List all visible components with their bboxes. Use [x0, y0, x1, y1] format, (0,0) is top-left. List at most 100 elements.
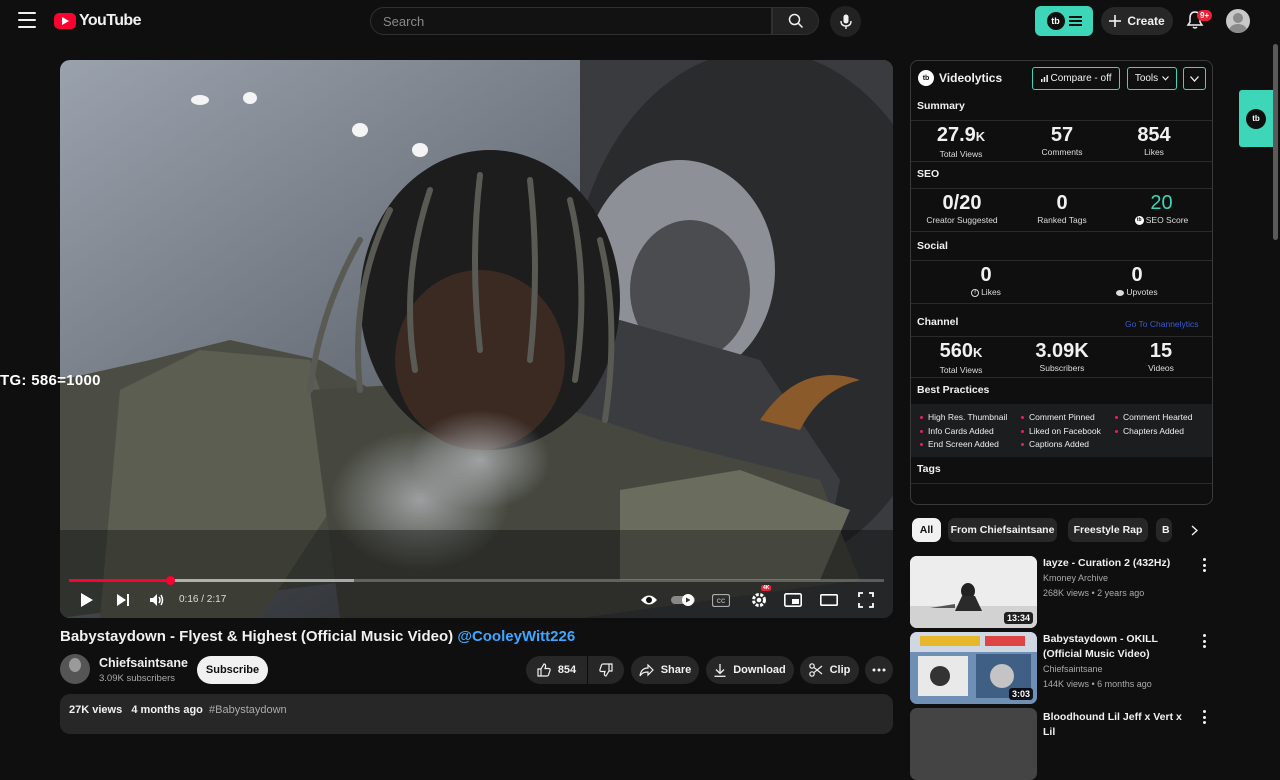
video-title[interactable]: Babystaydown - OKILL (Official Music Vid… — [1043, 632, 1188, 662]
view-count: 27K views — [69, 704, 123, 716]
more-options-icon[interactable] — [1202, 558, 1206, 572]
channel-views-unit: K — [972, 345, 983, 360]
share-button[interactable]: Share — [631, 656, 699, 684]
seo-score-label-wrap: tb SEO Score — [1114, 215, 1209, 226]
account-avatar[interactable] — [1226, 9, 1250, 33]
microphone-icon — [839, 14, 852, 29]
captions-button[interactable]: CC — [710, 588, 732, 612]
hamburger-menu-icon[interactable] — [18, 12, 36, 28]
next-button[interactable] — [112, 588, 134, 612]
clip-button[interactable]: Clip — [800, 656, 859, 684]
social-likes-label: Likes — [981, 287, 1001, 297]
video-channel[interactable]: Chiefsaintsane — [1043, 664, 1103, 674]
overlay-text: TG: 586=1000 — [0, 372, 101, 389]
subscribe-button[interactable]: Subscribe — [197, 656, 268, 684]
recommended-video[interactable]: Bloodhound Lil Jeff x Vert x Lil — [910, 708, 1213, 780]
hashtag-link[interactable]: #Babystaydown — [209, 704, 287, 716]
social-likes-value: 0 — [980, 264, 992, 286]
channel-views-label: Total Views — [939, 365, 983, 375]
video-title[interactable]: Iayze - Curation 2 (432Hz) — [1043, 556, 1188, 571]
plus-icon — [1109, 15, 1122, 27]
stat-upvotes: 0 Upvotes — [1097, 263, 1177, 298]
channel-name[interactable]: Chiefsaintsane — [99, 656, 188, 670]
more-options-icon[interactable] — [1202, 710, 1206, 724]
channel-videos-label: Videos — [1148, 363, 1174, 373]
play-button[interactable] — [76, 588, 98, 612]
scissors-icon — [808, 663, 822, 677]
youtube-logo[interactable]: YouTube — [54, 12, 141, 30]
captions-icon: CC — [712, 593, 730, 607]
video-thumbnail[interactable] — [910, 708, 1037, 780]
seo-score-label: SEO Score — [1145, 215, 1189, 225]
videolytics-side-tab[interactable]: tb — [1239, 90, 1273, 147]
stat-comments: 57 Comments — [1021, 123, 1103, 158]
settings-button[interactable]: 4K — [747, 585, 772, 612]
chip-freestyle-rap[interactable]: Freestyle Rap — [1068, 518, 1148, 542]
share-label: Share — [660, 664, 692, 676]
eye-icon — [641, 595, 657, 605]
best-practices-list: High Res. Thumbnail Comment Pinned Comme… — [911, 404, 1212, 457]
chip-all[interactable]: All — [912, 518, 941, 542]
youtube-logo-icon — [54, 13, 76, 29]
fullscreen-button[interactable] — [855, 588, 877, 612]
videolytics-extension-button[interactable]: tb — [1035, 6, 1093, 36]
video-channel[interactable]: Kmoney Archive — [1043, 573, 1108, 583]
stat-channel-subscribers: 3.09K Subscribers — [1021, 339, 1103, 374]
video-thumbnail[interactable]: 3:03 — [910, 632, 1037, 704]
recommended-video[interactable]: 13:34 Iayze - Curation 2 (432Hz) Kmoney … — [910, 556, 1213, 628]
stat-channel-videos: 15 Videos — [1121, 339, 1201, 374]
tools-dropdown[interactable]: Tools — [1127, 67, 1177, 90]
theater-mode-button[interactable] — [818, 588, 840, 612]
best-practice-item: Liked on Facebook — [1021, 426, 1101, 436]
video-thumbnail[interactable]: 13:34 — [910, 556, 1037, 628]
autoplay-toggle[interactable] — [670, 588, 698, 612]
video-duration: 3:03 — [1008, 688, 1033, 700]
search-input[interactable] — [383, 13, 771, 29]
voice-search-button[interactable] — [830, 6, 861, 37]
watch-mode-button[interactable] — [638, 588, 660, 612]
social-likes-label-wrap: f Likes — [946, 287, 1026, 298]
channelytics-link[interactable]: Go To Channelytics — [1125, 319, 1199, 329]
compare-toggle-button[interactable]: Compare - off — [1032, 67, 1120, 90]
scrubber-handle[interactable] — [166, 576, 176, 585]
download-label: Download — [733, 664, 786, 676]
total-views-value: 27.9 — [936, 124, 976, 146]
channel-avatar[interactable] — [60, 654, 90, 684]
title-mention-link[interactable]: @CooleyWitt226 — [457, 628, 575, 645]
channel-row: 560K Total Views 3.09K Subscribers 15 Vi… — [911, 336, 1212, 378]
recommended-video[interactable]: 3:03 Babystaydown - OKILL (Official Musi… — [910, 632, 1213, 704]
svg-text:CC: CC — [717, 599, 726, 605]
share-icon — [639, 663, 654, 676]
video-player[interactable]: 0:16 / 2:17 CC 4K — [60, 60, 893, 618]
settings-badge: 4K — [761, 585, 772, 591]
miniplayer-button[interactable] — [782, 588, 804, 612]
download-button[interactable]: Download — [706, 656, 794, 684]
upload-age: 4 months ago — [131, 704, 203, 716]
like-button[interactable]: 854 — [526, 656, 587, 684]
collapse-panel-button[interactable] — [1183, 67, 1206, 90]
volume-button[interactable] — [146, 588, 168, 612]
miniplayer-icon — [784, 593, 802, 607]
chip-partial[interactable]: B — [1156, 518, 1172, 542]
compare-label: Compare - off — [1050, 73, 1112, 84]
chips-next-button[interactable] — [1184, 518, 1204, 542]
chip-from-channel[interactable]: From Chiefsaintsane — [948, 518, 1057, 542]
search-icon — [788, 13, 803, 29]
channel-subscribers-value: 3.09K — [1035, 340, 1089, 362]
more-options-icon[interactable] — [1202, 634, 1206, 648]
page-scrollbar[interactable] — [1273, 44, 1278, 240]
progress-bar[interactable] — [69, 576, 884, 585]
dislike-button[interactable] — [588, 656, 624, 684]
top-bar: YouTube tb Create 9+ — [0, 0, 1280, 42]
more-actions-button[interactable] — [865, 656, 893, 684]
next-icon — [117, 594, 129, 606]
create-button[interactable]: Create — [1101, 7, 1173, 35]
description-box[interactable]: 27K views 4 months ago #Babystaydown — [60, 694, 893, 734]
search-button[interactable] — [772, 7, 819, 35]
video-meta: 268K views • 2 years ago — [1043, 588, 1145, 598]
best-practices-heading: Best Practices — [917, 384, 990, 396]
chevron-down-icon — [1190, 75, 1199, 82]
video-title[interactable]: Bloodhound Lil Jeff x Vert x Lil — [1043, 710, 1188, 740]
stat-channel-views: 560K Total Views — [919, 339, 1003, 376]
search-box[interactable] — [370, 7, 772, 35]
